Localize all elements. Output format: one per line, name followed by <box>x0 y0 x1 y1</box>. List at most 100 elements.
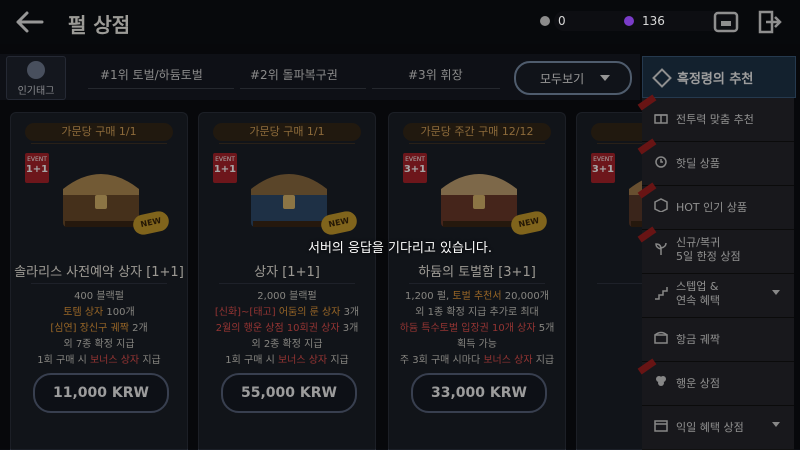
mailbox-icon[interactable] <box>712 8 740 36</box>
sidebar-item-label-line2: 연속 혜택 <box>676 294 720 307</box>
sidebar-item[interactable]: HOT 인기 상품 <box>637 182 794 230</box>
tab-underline <box>372 88 500 89</box>
sidebar-item[interactable]: 익일 혜택 상점 <box>642 406 794 450</box>
description-text: 보너스 상자 <box>277 355 328 366</box>
event-label: EVENT <box>27 156 47 163</box>
star-icon <box>27 61 45 79</box>
product-name: 하듐의 토벌함 [3+1] <box>418 265 536 280</box>
top-bar: 펄 상점 0 136 <box>0 0 800 44</box>
divider <box>219 143 355 144</box>
steps-icon <box>655 287 668 300</box>
product-card[interactable]: 가문당 구매 1/1 EVENT 1+1 NEW 솔라리스 사전예약 상자 [1+… <box>10 112 188 450</box>
description-text: 획득 가능 <box>457 339 497 350</box>
description-text: 외 2종 확정 지급 <box>251 339 323 350</box>
purchase-limit-badge: 가문당 구매 1/1 <box>25 123 173 141</box>
product-name: 상자 [1+1] <box>254 265 320 280</box>
sidebar-item-label-line1: 스텝업 & <box>676 280 719 293</box>
divider <box>409 283 545 284</box>
event-count: 1+1 <box>25 164 49 175</box>
product-description: 1,200 펄, 토벌 추천서 20,000개 외 1종 확정 지급 추가로 최대… <box>389 289 565 369</box>
calendar-icon <box>654 420 668 432</box>
clover-icon <box>656 376 666 386</box>
divider <box>219 283 355 284</box>
hot-ribbon <box>637 94 657 111</box>
description-text: 외 1종 확정 지급 추가로 최대 <box>415 307 539 318</box>
description-line: [심연] 장신구 궤짝 2개 <box>11 321 187 337</box>
popular-tag-button[interactable]: 인기태그 <box>6 56 66 100</box>
tag-tab-3[interactable]: #3위 휘장 <box>408 66 463 83</box>
tab-underline <box>240 88 366 89</box>
back-arrow-icon[interactable] <box>14 8 46 36</box>
purchase-limit-badge: 가문당 주간 구매 12/12 <box>403 123 551 141</box>
tag-tab-2[interactable]: #2위 돌파복구권 <box>250 66 338 83</box>
chevron-down-icon <box>600 75 610 81</box>
popular-tag-label: 인기태그 <box>17 86 55 97</box>
gift-icon <box>654 114 668 124</box>
description-line: 토템 상자 100개 <box>11 305 187 321</box>
description-text: 400 블랙펄 <box>74 291 124 302</box>
exit-door-icon[interactable] <box>754 8 782 36</box>
silver-coin-icon <box>540 16 550 26</box>
description-text: 보너스 상자 <box>483 355 533 366</box>
event-badge: EVENT 1+1 <box>25 153 49 183</box>
sidebar-item[interactable]: 전투력 맞춤 추천 <box>637 94 794 142</box>
description-line: 획득 가능 <box>389 337 565 353</box>
price-button[interactable]: 33,000 KRW <box>411 373 547 413</box>
sidebar-item-label: HOT 인기 상품 <box>676 201 748 214</box>
description-text: 토벌 추천서 <box>452 291 502 302</box>
divider <box>409 143 545 144</box>
description-text: 100개 <box>103 307 135 318</box>
purple-currency: 136 <box>624 10 738 32</box>
loading-message: 서버의 응답을 기다리고 있습니다. <box>308 241 492 256</box>
purple-gem-icon <box>624 16 634 26</box>
description-text: 지급 <box>327 355 349 366</box>
description-line: 주 3회 구매 시마다 보너스 상자 지급 <box>389 353 565 369</box>
description-text: 지급 <box>139 355 161 366</box>
description-text: 2,000 블랙펄 <box>257 291 317 302</box>
sidebar-item-label: 스텝업 & 연속 혜택 <box>676 280 720 308</box>
description-text: [심연] 장신구 궤짝 <box>50 323 129 334</box>
description-line: 400 블랙펄 <box>11 289 187 305</box>
sidebar-item[interactable]: 핫딜 상품 <box>637 138 794 186</box>
description-text: 토템 상자 <box>63 307 104 318</box>
event-label: EVENT <box>405 156 425 163</box>
product-card[interactable]: 가문당 주간 구매 12/12 EVENT 3+1 NEW 하듐의 토벌함 [3+… <box>388 112 566 450</box>
description-line: 2월의 행운 상점 10회권 상자 3개 <box>199 321 375 337</box>
description-text: 1회 구매 시 <box>225 355 278 366</box>
tab-underline <box>88 88 234 89</box>
purple-amount: 136 <box>642 14 665 28</box>
sidebar-item-label: 핫딜 상품 <box>676 157 720 170</box>
event-badge: EVENT 1+1 <box>213 153 237 183</box>
price-button[interactable]: 55,000 KRW <box>221 373 357 413</box>
description-text: [신화]~[태고] <box>214 307 276 318</box>
description-line: [신화]~[태고] 어둠의 룬 상자 3개 <box>199 305 375 321</box>
event-count: 3+1 <box>403 164 427 175</box>
product-description: 2,000 블랙펄 [신화]~[태고] 어둠의 룬 상자 3개 2월의 행운 상점 … <box>199 289 375 369</box>
product-description: 400 블랙펄 토템 상자 100개 [심연] 장신구 궤짝 2개 외 7종 확정 지… <box>11 289 187 369</box>
alarm-clock-icon <box>655 156 667 168</box>
silver-amount: 0 <box>558 14 566 28</box>
price-button[interactable]: 11,000 KRW <box>33 373 169 413</box>
description-text: 외 7종 확정 지급 <box>63 339 135 350</box>
description-line: 외 1종 확정 지급 추가로 최대 <box>389 305 565 321</box>
sidebar-item[interactable]: 행운 상점 <box>637 358 794 406</box>
description-text: 5개 <box>535 323 555 334</box>
sidebar-header[interactable]: 흑정령의 추천 <box>642 56 796 98</box>
purchase-limit-badge: 가문당 구매 1/1 <box>213 123 361 141</box>
sidebar-item[interactable]: 스텝업 & 연속 혜택 <box>642 274 794 318</box>
silver-currency: 0 <box>540 10 654 32</box>
description-text: 3개 <box>340 307 360 318</box>
description-text: 2월의 행운 상점 10회권 상자 <box>215 323 340 334</box>
tag-tab-1[interactable]: #1위 토벌/하듐토벌 <box>100 66 203 83</box>
description-text: 1,200 펄, <box>405 291 453 302</box>
product-card[interactable]: 가문당 구매 1/1 EVENT 1+1 NEW 상자 [1+1] 2,000 블… <box>198 112 376 450</box>
description-text: 보너스 상자 <box>89 355 140 366</box>
event-badge: EVENT 3+1 <box>591 153 615 183</box>
description-text: 1회 구매 시 <box>37 355 90 366</box>
event-label: EVENT <box>593 156 613 163</box>
chevron-down-icon <box>772 290 780 295</box>
description-text: 지급 <box>532 355 555 366</box>
description-line: 외 2종 확정 지급 <box>199 337 375 353</box>
view-all-dropdown[interactable]: 모두보기 <box>514 61 632 95</box>
sidebar-item[interactable]: 항금 궤짝 <box>642 318 794 362</box>
